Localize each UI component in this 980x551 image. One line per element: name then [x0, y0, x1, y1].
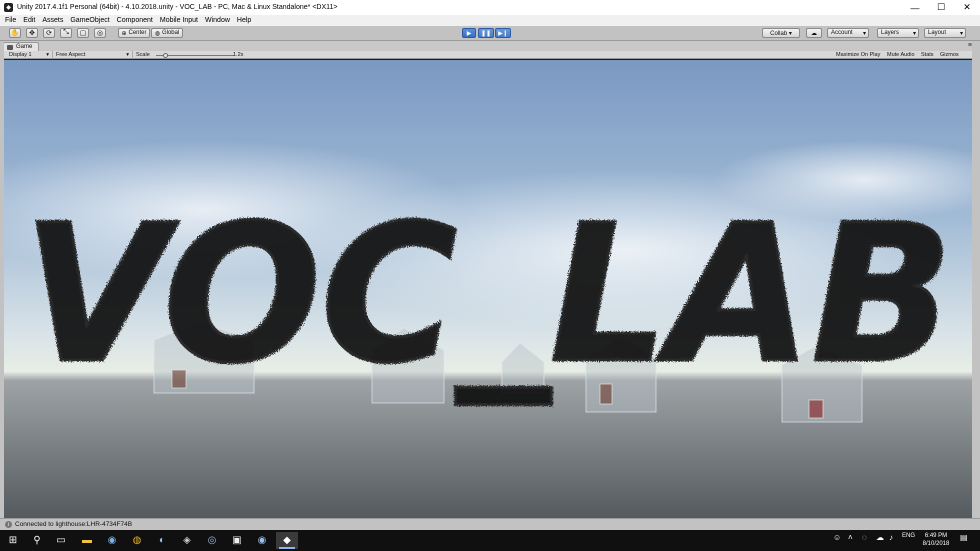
cloud-button[interactable]: ☁ [806, 28, 822, 38]
rotate-tool-icon[interactable]: ⟳ [43, 28, 55, 38]
cloud-icon: ☁ [811, 30, 817, 37]
account-dropdown[interactable]: Account ▾ [827, 28, 869, 38]
volume-icon[interactable]: ♪ [889, 533, 893, 542]
chevron-down-icon: ▾ [46, 52, 49, 58]
onedrive-icon[interactable]: ☁ [876, 533, 884, 542]
unity-logo-icon: ◆ [4, 3, 13, 12]
voc-lab-logo: VOC_LAB [23, 184, 953, 405]
menu-help[interactable]: Help [237, 17, 251, 24]
step-icon: ▶❙ [498, 30, 508, 37]
scale-tool-icon[interactable]: ⤡ [60, 28, 72, 38]
chevron-down-icon: ▾ [959, 30, 963, 37]
mute-audio-toggle[interactable]: Mute Audio [887, 51, 915, 59]
info-icon: i [5, 521, 12, 528]
steam-icon[interactable]: ◉ [251, 532, 273, 549]
move-tool-icon[interactable]: ✥ [26, 28, 38, 38]
space-toggle-button[interactable]: ◍ Global [151, 28, 183, 38]
scale-value: 1.2x [233, 52, 244, 58]
chevron-down-icon: ▾ [912, 30, 916, 37]
menu-edit[interactable]: Edit [23, 17, 35, 24]
layout-dropdown[interactable]: Layout ▾ [924, 28, 966, 38]
unity-taskbar-icon[interactable]: ◆ [276, 532, 298, 549]
steam-icon[interactable]: ◉ [101, 532, 123, 549]
collab-button[interactable]: Collab ▾ [762, 28, 800, 38]
step-button[interactable]: ▶❙ [495, 28, 511, 38]
transform-tool-icon[interactable]: ◎ [94, 28, 106, 38]
app-icon[interactable]: ◈ [176, 532, 198, 549]
status-bar: i Connected to lighthouse:LHR-4734F74B [0, 518, 980, 530]
pivot-toggle-button[interactable]: ⊕ Center [118, 28, 150, 38]
network-icon[interactable]: ◌ [862, 533, 867, 542]
pause-button[interactable]: ❚❚ [478, 28, 494, 38]
chevron-down-icon: ▾ [126, 52, 129, 58]
maximize-button[interactable]: ☐ [928, 0, 954, 15]
play-icon: ▶ [466, 30, 472, 37]
editor-border-right [972, 41, 980, 519]
menu-file[interactable]: File [5, 17, 16, 24]
aspect-select[interactable]: Free Aspect ▾ [53, 51, 133, 59]
window-title: Unity 2017.4.1f1 Personal (64bit) - 4.10… [17, 4, 338, 11]
scale-slider-handle[interactable] [163, 52, 168, 58]
status-message[interactable]: Connected to lighthouse:LHR-4734F74B [15, 521, 132, 528]
rect-tool-icon[interactable]: ▢ [77, 28, 89, 38]
task-view-icon[interactable]: ▭ [50, 532, 72, 549]
people-icon[interactable]: ☺ [833, 533, 841, 542]
gamepad-icon [7, 44, 13, 50]
globe-icon: ◍ [154, 30, 160, 37]
chrome-icon[interactable]: ◍ [126, 532, 148, 549]
layers-dropdown[interactable]: Layers ▾ [877, 28, 919, 38]
scene-render: VOC_LAB [4, 60, 972, 518]
menu-assets[interactable]: Assets [42, 17, 63, 24]
minimize-button[interactable]: — [902, 0, 928, 15]
chevron-up-icon[interactable]: ˄ [848, 533, 853, 542]
menu-mobile-input[interactable]: Mobile Input [160, 17, 198, 24]
gizmos-dropdown[interactable]: Gizmos [940, 51, 959, 59]
windows-taskbar: ⊞ ⚲ ▭ ▬ ◉ ◍ ◐ ◈ ◎ ▣ ◉ ◆ ☺ ˄ ◌ ☁ ♪ ENG 6:… [0, 530, 980, 551]
pivot-icon: ⊕ [121, 30, 127, 37]
game-view-controls: Display 1 ▾ Free Aspect ▾ Scale 1.2x Maxim… [4, 51, 972, 59]
oculus-icon[interactable]: ▣ [226, 532, 248, 549]
close-button[interactable]: ✕ [954, 0, 980, 15]
pause-icon: ❚❚ [480, 30, 492, 37]
menu-window[interactable]: Window [205, 17, 230, 24]
windows-start-icon[interactable]: ⊞ [2, 532, 24, 549]
notifications-icon[interactable]: ▤ [960, 533, 968, 542]
tab-game[interactable]: Game [3, 42, 40, 51]
display-select[interactable]: Display 1 ▾ [9, 51, 53, 59]
file-explorer-icon[interactable]: ▬ [76, 532, 98, 549]
scale-label: Scale [136, 52, 150, 58]
language-indicator[interactable]: ENG [902, 533, 915, 539]
app-icon[interactable]: ◐ [151, 532, 173, 549]
hand-tool-icon[interactable]: ✋ [9, 28, 21, 38]
menu-gameobject[interactable]: GameObject [70, 17, 109, 24]
system-clock[interactable]: 6:49 PM 8/10/2018 [918, 532, 954, 548]
chevron-down-icon: ▾ [862, 30, 866, 37]
game-viewport[interactable]: VOC_LAB [4, 60, 972, 518]
menu-bar: File Edit Assets GameObject Component Mo… [0, 15, 980, 26]
window-title-bar: ◆ Unity 2017.4.1f1 Personal (64bit) - 4.… [0, 0, 980, 15]
tab-row: Game ≡ [0, 41, 980, 51]
menu-component[interactable]: Component [117, 17, 153, 24]
main-toolbar: ✋ ✥ ⟳ ⤡ ▢ ◎ ⊕ Center ◍ Global ▶ ❚❚ ▶❙ Coll… [0, 26, 980, 41]
steamvr-icon[interactable]: ◎ [201, 532, 223, 549]
maximize-on-play-toggle[interactable]: Maximize On Play [836, 51, 880, 59]
window-controls: — ☐ ✕ [902, 0, 980, 15]
search-icon[interactable]: ⚲ [26, 532, 48, 549]
stats-toggle[interactable]: Stats [921, 51, 934, 59]
play-button[interactable]: ▶ [462, 28, 476, 38]
